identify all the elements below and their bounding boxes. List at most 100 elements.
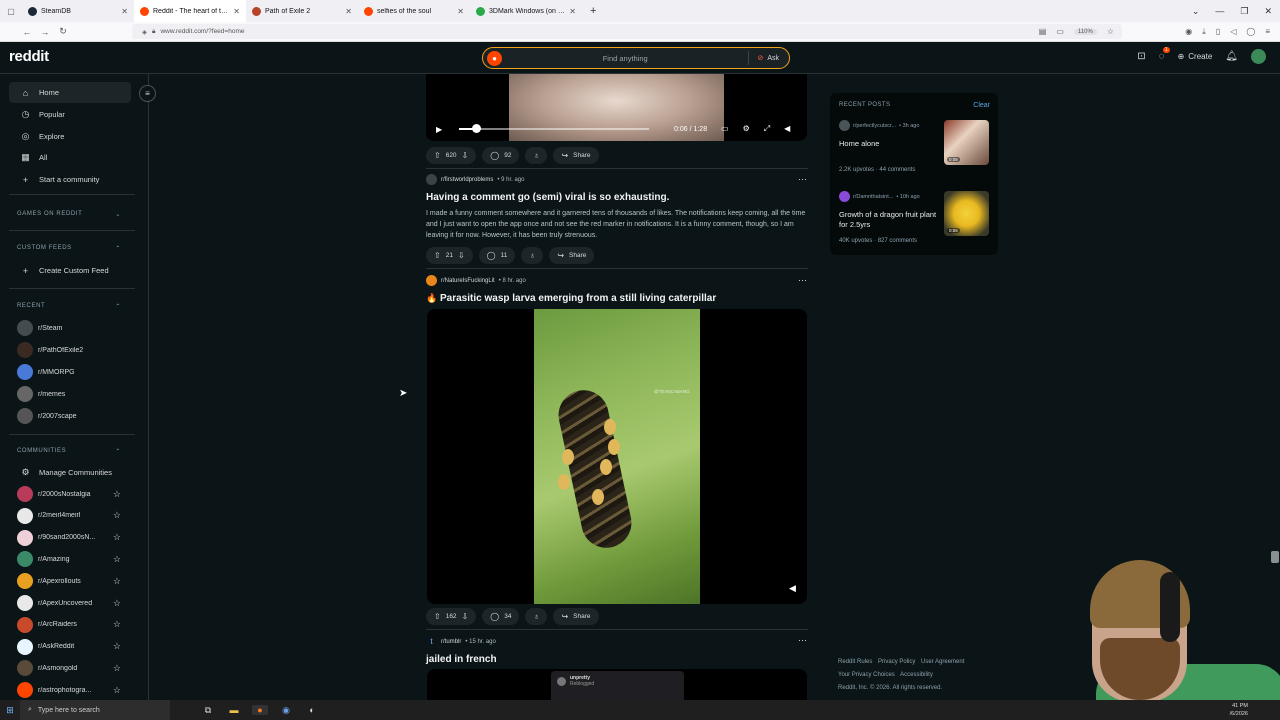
- favorite-star-icon[interactable]: ☆: [113, 619, 121, 630]
- post-title[interactable]: 🔥 Parasitic wasp larva emerging from a s…: [426, 293, 716, 304]
- community-item[interactable]: r/Apexrollouts ☆: [17, 572, 121, 590]
- browser-tab[interactable]: selfies of the soul ✕: [358, 0, 470, 22]
- subreddit-link[interactable]: r/NatureIsFuckingLit: [441, 278, 495, 284]
- clear-recent-button[interactable]: Clear: [973, 102, 990, 109]
- search-input[interactable]: Find anything: [502, 54, 748, 63]
- community-item[interactable]: r/ArcRaiders ☆: [17, 616, 121, 634]
- firefox-icon[interactable]: ●: [252, 705, 268, 715]
- recent-post-subreddit[interactable]: r/Damnthatsint...: [853, 194, 893, 200]
- sidebar-item-all[interactable]: ▦ All: [9, 147, 131, 168]
- upvote-icon[interactable]: ⇧: [434, 151, 441, 160]
- downvote-icon[interactable]: ⇩: [458, 251, 465, 260]
- upvote-icon[interactable]: ⇧: [434, 251, 441, 260]
- recent-post-subreddit[interactable]: r/perfectlycutscr...: [853, 123, 896, 129]
- volume-icon[interactable]: ◀: [789, 583, 796, 594]
- close-tab-icon[interactable]: ✕: [569, 7, 576, 16]
- close-tab-icon[interactable]: ✕: [121, 7, 128, 16]
- games-section-header[interactable]: GAMES ON REDDIT ⌄: [17, 211, 121, 218]
- footer-link[interactable]: Accessibility: [900, 672, 933, 678]
- search-bar[interactable]: ● Find anything ⊘ Ask: [482, 47, 790, 69]
- subreddit-icon[interactable]: [426, 275, 437, 286]
- forward-button[interactable]: →: [36, 27, 54, 37]
- notifications-bell-icon[interactable]: 🔔︎: [1225, 51, 1238, 62]
- subreddit-icon[interactable]: [426, 174, 437, 185]
- tab-list-icon[interactable]: ⌄: [1192, 6, 1200, 17]
- post-title[interactable]: Having a comment go (semi) viral is so e…: [426, 192, 669, 203]
- footer-link[interactable]: Reddit Rules: [838, 659, 872, 665]
- comments-button[interactable]: ◯ 92: [482, 147, 520, 164]
- screenshot-icon[interactable]: ▭: [1056, 27, 1064, 36]
- downvote-icon[interactable]: ⇩: [462, 151, 469, 160]
- browser-tab[interactable]: 3DMark Windows (on a) Phone✕: [470, 0, 582, 22]
- comments-button[interactable]: ◯ 34: [482, 608, 520, 625]
- zoom-level[interactable]: 110%: [1073, 28, 1097, 35]
- reddit-logo[interactable]: reddit: [9, 48, 49, 65]
- create-button[interactable]: ⊕ Create: [1178, 52, 1213, 61]
- sidebar-item-start-a-community[interactable]: + Start a community: [9, 169, 131, 190]
- subreddit-icon[interactable]: t: [426, 636, 437, 647]
- recent-post-title[interactable]: Home alone: [839, 139, 939, 149]
- speaker-icon[interactable]: ◁: [1230, 27, 1236, 37]
- close-window-button[interactable]: ✕: [1264, 6, 1272, 17]
- favorite-star-icon[interactable]: ☆: [113, 554, 121, 565]
- award-button[interactable]: ♁: [525, 608, 548, 625]
- community-item[interactable]: r/ApexUncovered ☆: [17, 594, 121, 612]
- favorite-star-icon[interactable]: ☆: [113, 685, 121, 696]
- browser-tab[interactable]: SteamDB ✕: [22, 0, 134, 22]
- steam-icon[interactable]: ◐: [304, 705, 320, 715]
- community-item[interactable]: r/Asmongold ☆: [17, 659, 121, 677]
- reload-button[interactable]: ↻: [54, 26, 72, 37]
- reader-icon[interactable]: ▤: [1039, 27, 1047, 36]
- address-bar[interactable]: ◈ 🔒︎ www.reddit.com/?feed=home ▤ ▭ 110% …: [132, 24, 1122, 39]
- menu-icon[interactable]: ≡: [1265, 27, 1270, 37]
- favorite-star-icon[interactable]: ☆: [113, 598, 121, 609]
- close-tab-icon[interactable]: ✕: [233, 7, 240, 16]
- post-body[interactable]: I made a funny comment somewhere and it …: [426, 209, 806, 241]
- recent-community-item[interactable]: r/Steam: [17, 319, 121, 337]
- share-button[interactable]: ↪ Share: [553, 147, 599, 164]
- upvote-icon[interactable]: ⇧: [434, 612, 441, 621]
- share-button[interactable]: ↪ Share: [549, 247, 595, 264]
- recent-community-item[interactable]: r/2007scape: [17, 407, 121, 425]
- minimize-button[interactable]: —: [1215, 6, 1224, 16]
- windows-start-icon[interactable]: ⊞: [0, 705, 20, 716]
- comments-button[interactable]: ◯ 11: [478, 247, 516, 264]
- file-explorer-icon[interactable]: ▬: [226, 705, 242, 715]
- award-button[interactable]: ♁: [521, 247, 544, 264]
- recent-post-thumbnail[interactable]: 0:55: [944, 191, 989, 236]
- new-tab-button[interactable]: +: [582, 5, 604, 17]
- maximize-button[interactable]: ❐: [1240, 6, 1248, 17]
- community-item[interactable]: r/AskReddit ☆: [17, 638, 121, 656]
- sidebar-item-popular[interactable]: ◷ Popular: [9, 104, 131, 125]
- favorite-star-icon[interactable]: ☆: [113, 532, 121, 543]
- chrome-icon[interactable]: ◉: [278, 705, 294, 716]
- recent-post-item[interactable]: r/perfectlycutscr... • 3h ago Home alone …: [839, 120, 990, 180]
- post-overflow-menu-icon[interactable]: ⋯: [798, 174, 807, 185]
- sidebar-item-home[interactable]: ⌂ Home: [9, 82, 131, 103]
- chat-icon[interactable]: ◌ 1: [1159, 47, 1170, 62]
- sidebar-toggle-icon[interactable]: ▢: [0, 7, 22, 16]
- video-player[interactable]: ▶ 0:06 / 1:28 ▭ ⚙ ⤢ ◀: [426, 74, 807, 141]
- subreddit-link[interactable]: r/firstworldproblems: [441, 177, 493, 183]
- create-custom-feed-button[interactable]: + Create Custom Feed: [9, 260, 131, 281]
- extension-icon[interactable]: ◉: [1185, 27, 1192, 37]
- favorite-star-icon[interactable]: ☆: [113, 663, 121, 674]
- recent-post-title[interactable]: Growth of a dragon fruit plant for 2.5yr…: [839, 210, 939, 230]
- post-title[interactable]: jailed in french: [426, 654, 497, 665]
- community-item[interactable]: r/2meirl4meirl ☆: [17, 507, 121, 525]
- account-icon[interactable]: ◯: [1246, 27, 1255, 37]
- volume-icon[interactable]: ◀: [784, 124, 790, 134]
- close-tab-icon[interactable]: ✕: [457, 7, 464, 16]
- recent-post-thumbnail[interactable]: 0:08: [944, 120, 989, 165]
- taskbar-search-input[interactable]: Type here to search: [38, 707, 100, 714]
- save-icon[interactable]: ▯: [1216, 27, 1220, 37]
- ask-button[interactable]: ⊘ Ask: [757, 54, 779, 63]
- recent-community-item[interactable]: r/PathOfExile2: [17, 341, 121, 359]
- recent-section-header[interactable]: RECENT ⌃: [17, 303, 121, 310]
- user-avatar[interactable]: [1251, 49, 1266, 64]
- recent-community-item[interactable]: r/memes: [17, 385, 121, 403]
- recent-post-item[interactable]: r/Damnthatsint... • 10h ago Growth of a d…: [839, 191, 990, 251]
- manage-communities-button[interactable]: ⚙ Manage Communities: [9, 462, 131, 483]
- browser-tab[interactable]: Reddit - The heart of the internet✕: [134, 0, 246, 22]
- browser-tab[interactable]: Path of Exile 2 ✕: [246, 0, 358, 22]
